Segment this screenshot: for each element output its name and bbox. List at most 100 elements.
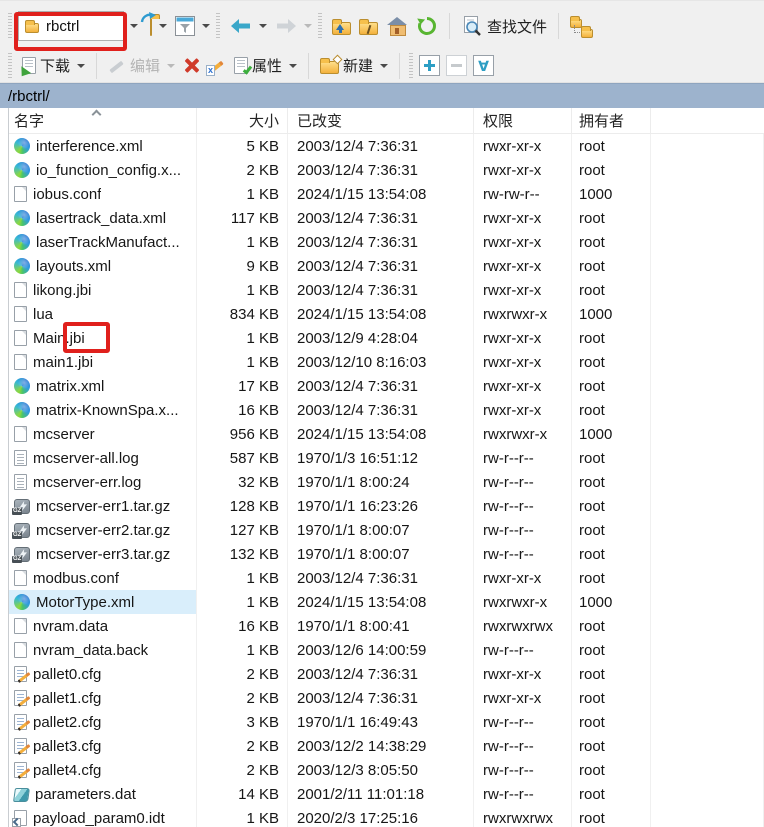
download-button[interactable]: 下载 bbox=[18, 52, 89, 79]
toolbar-grip[interactable] bbox=[8, 13, 12, 39]
column-header-name[interactable]: 名字 bbox=[9, 108, 197, 133]
file-row[interactable]: modbus.conf 1 KB 2003/12/4 7:36:31 rwxr-… bbox=[9, 566, 764, 590]
root-directory-button[interactable] bbox=[355, 15, 382, 38]
edge-xml-file-icon bbox=[14, 594, 30, 610]
cfg-file-icon bbox=[14, 666, 27, 682]
forward-button bbox=[271, 15, 316, 37]
file-owner: root bbox=[572, 350, 651, 374]
file-row[interactable]: pallet0.cfg 2 KB 2003/12/4 7:36:31 rwxr-… bbox=[9, 662, 764, 686]
file-name: modbus.conf bbox=[33, 570, 119, 587]
file-changed: 2003/12/4 7:36:31 bbox=[288, 230, 474, 254]
file-size: 17 KB bbox=[197, 374, 288, 398]
file-rights: rw-r--r-- bbox=[474, 782, 572, 806]
file-size: 2 KB bbox=[197, 158, 288, 182]
file-name: payload_param0.idt bbox=[33, 810, 165, 827]
find-files-button[interactable]: 查找文件 bbox=[457, 12, 551, 40]
home-directory-button[interactable] bbox=[382, 14, 412, 38]
file-rights: rwxr-xr-x bbox=[474, 134, 572, 158]
file-rights: rw-r--r-- bbox=[474, 638, 572, 662]
directory-combo[interactable]: rbctrl bbox=[18, 11, 124, 41]
root-folder-icon bbox=[359, 22, 378, 35]
file-row[interactable]: mcserver-all.log 587 KB 1970/1/3 16:51:1… bbox=[9, 446, 764, 470]
file-size: 5 KB bbox=[197, 134, 288, 158]
file-size: 1 KB bbox=[197, 806, 288, 827]
file-size: 1 KB bbox=[197, 638, 288, 662]
file-rights: rw-r--r-- bbox=[474, 542, 572, 566]
path-bar[interactable]: /rbctrl/ bbox=[0, 83, 764, 108]
file-row[interactable]: iobus.conf 1 KB 2024/1/15 13:54:08 rw-rw… bbox=[9, 182, 764, 206]
file-row[interactable]: mcserver-err3.tar.gz 132 KB 1970/1/1 8:0… bbox=[9, 542, 764, 566]
file-row[interactable]: lua 834 KB 2024/1/15 13:54:08 rwxrwxr-x … bbox=[9, 302, 764, 326]
minus-icon bbox=[451, 64, 462, 67]
edit-label: 编辑 bbox=[130, 55, 160, 76]
file-row[interactable]: mcserver-err.log 32 KB 1970/1/1 8:00:24 … bbox=[9, 470, 764, 494]
file-row[interactable]: pallet1.cfg 2 KB 2003/12/4 7:36:31 rwxr-… bbox=[9, 686, 764, 710]
new-button[interactable]: 新建 bbox=[316, 52, 392, 79]
file-rights: rw-rw-r-- bbox=[474, 182, 572, 206]
file-changed: 2024/1/15 13:54:08 bbox=[288, 182, 474, 206]
file-changed: 2003/12/9 4:28:04 bbox=[288, 326, 474, 350]
column-header-rights[interactable]: 权限 bbox=[474, 108, 572, 133]
file-row[interactable]: laserTrackManufact... 1 KB 2003/12/4 7:3… bbox=[9, 230, 764, 254]
plus-icon bbox=[424, 60, 435, 71]
file-size: 2 KB bbox=[197, 662, 288, 686]
file-row[interactable]: MotorType.xml 1 KB 2024/1/15 13:54:08 rw… bbox=[9, 590, 764, 614]
file-row[interactable]: pallet4.cfg 2 KB 2003/12/3 8:05:50 rw-r-… bbox=[9, 758, 764, 782]
file-rights: rwxr-xr-x bbox=[474, 566, 572, 590]
file-row[interactable]: matrix-KnownSpa.x... 16 KB 2003/12/4 7:3… bbox=[9, 398, 764, 422]
file-row[interactable]: parameters.dat 14 KB 2001/2/11 11:01:18 … bbox=[9, 782, 764, 806]
open-directory-button[interactable] bbox=[146, 15, 171, 38]
file-row[interactable]: nvram.data 16 KB 1970/1/1 8:00:41 rwxrwx… bbox=[9, 614, 764, 638]
edge-xml-file-icon bbox=[14, 210, 30, 226]
file-row[interactable]: likong.jbi 1 KB 2003/12/4 7:36:31 rwxr-x… bbox=[9, 278, 764, 302]
file-rights: rwxrwxr-x bbox=[474, 302, 572, 326]
file-owner: root bbox=[572, 470, 651, 494]
dat-file-icon bbox=[13, 788, 30, 802]
file-row[interactable]: matrix.xml 17 KB 2003/12/4 7:36:31 rwxr-… bbox=[9, 374, 764, 398]
file-row[interactable]: Main.jbi 1 KB 2003/12/9 4:28:04 rwxr-xr-… bbox=[9, 326, 764, 350]
file-row[interactable]: mcserver-err2.tar.gz 127 KB 1970/1/1 8:0… bbox=[9, 518, 764, 542]
rename-button[interactable]: x bbox=[204, 54, 230, 78]
new-label: 新建 bbox=[343, 55, 373, 76]
file-name: mcserver-err.log bbox=[33, 474, 141, 491]
file-changed: 2003/12/6 14:00:59 bbox=[288, 638, 474, 662]
file-size: 1 KB bbox=[197, 230, 288, 254]
properties-icon bbox=[234, 57, 248, 74]
parent-directory-button[interactable] bbox=[328, 15, 355, 38]
edge-xml-file-icon bbox=[14, 402, 30, 418]
toolbar-grip[interactable] bbox=[8, 53, 12, 79]
delete-button[interactable] bbox=[179, 54, 204, 77]
edge-xml-file-icon bbox=[14, 234, 30, 250]
column-header-owner[interactable]: 拥有者 bbox=[572, 108, 651, 133]
file-size: 132 KB bbox=[197, 542, 288, 566]
file-row[interactable]: mcserver-err1.tar.gz 128 KB 1970/1/1 16:… bbox=[9, 494, 764, 518]
refresh-button[interactable] bbox=[412, 12, 442, 40]
directory-combo-dropdown[interactable] bbox=[124, 11, 140, 41]
select-files-button[interactable] bbox=[419, 55, 440, 76]
file-rights: rw-r--r-- bbox=[474, 470, 572, 494]
properties-button[interactable]: 属性 bbox=[230, 52, 301, 79]
column-header-size[interactable]: 大小 bbox=[197, 108, 288, 133]
winscp-remote-panel: rbctrl bbox=[0, 0, 764, 827]
filter-button[interactable] bbox=[171, 13, 214, 39]
synchronize-browsing-icon bbox=[570, 15, 596, 37]
file-row[interactable]: main1.jbi 1 KB 2003/12/10 8:16:03 rwxr-x… bbox=[9, 350, 764, 374]
toolbar-grip[interactable] bbox=[318, 13, 322, 39]
file-row[interactable]: interference.xml 5 KB 2003/12/4 7:36:31 … bbox=[9, 134, 764, 158]
file-name: lua bbox=[33, 306, 53, 323]
file-row[interactable]: nvram_data.back 1 KB 2003/12/6 14:00:59 … bbox=[9, 638, 764, 662]
column-header-changed[interactable]: 已改变 bbox=[288, 108, 474, 133]
file-row[interactable]: pallet3.cfg 2 KB 2003/12/2 14:38:29 rw-r… bbox=[9, 734, 764, 758]
file-row[interactable]: lasertrack_data.xml 117 KB 2003/12/4 7:3… bbox=[9, 206, 764, 230]
file-row[interactable]: io_function_config.x... 2 KB 2003/12/4 7… bbox=[9, 158, 764, 182]
file-row[interactable]: pallet2.cfg 3 KB 1970/1/1 16:49:43 rw-r-… bbox=[9, 710, 764, 734]
file-row[interactable]: mcserver 956 KB 2024/1/15 13:54:08 rwxrw… bbox=[9, 422, 764, 446]
invert-selection-button[interactable]: ∀ bbox=[473, 55, 494, 76]
file-row[interactable]: payload_param0.idt 1 KB 2020/2/3 17:25:1… bbox=[9, 806, 764, 827]
toolbar-grip[interactable] bbox=[216, 13, 220, 39]
toolbar-grip[interactable] bbox=[409, 53, 413, 79]
file-row[interactable]: layouts.xml 9 KB 2003/12/4 7:36:31 rwxr-… bbox=[9, 254, 764, 278]
back-button[interactable] bbox=[226, 15, 271, 37]
file-size: 127 KB bbox=[197, 518, 288, 542]
synchronize-browsing-button[interactable] bbox=[566, 12, 600, 40]
